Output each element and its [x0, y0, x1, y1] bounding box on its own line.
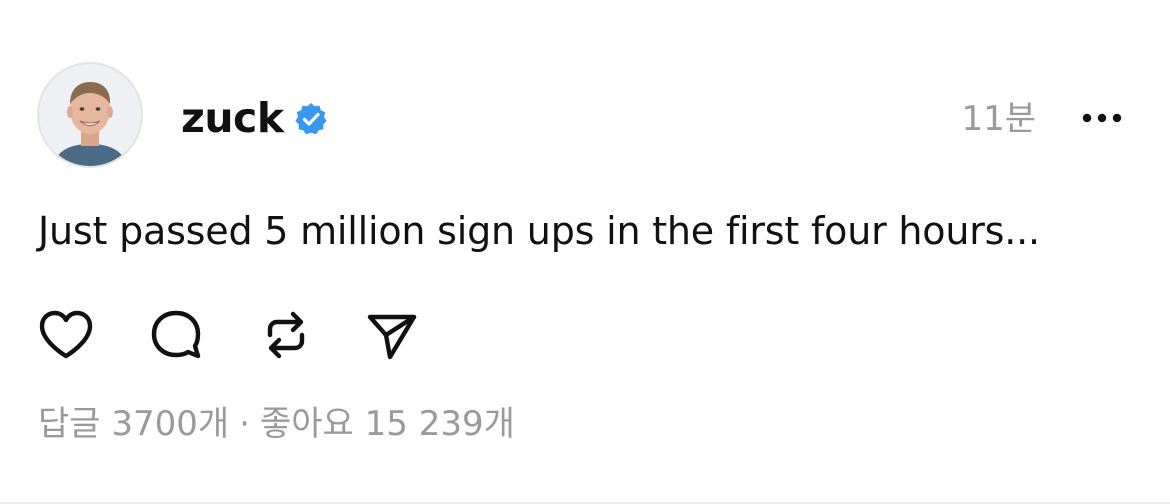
heart-icon[interactable] [36, 305, 96, 365]
post-stats: 답글 3700개 · 좋아요 15 239개 [38, 400, 515, 448]
username[interactable]: zuck [181, 92, 284, 144]
send-icon[interactable] [362, 305, 422, 365]
more-horizontal-icon[interactable] [1080, 103, 1124, 133]
verified-badge-icon [295, 103, 327, 135]
post-timestamp: 11분 [961, 99, 1036, 139]
thread-post: zuck 11분 Just passed 5 million sign ups … [0, 0, 1170, 504]
repost-icon[interactable] [256, 305, 316, 365]
replies-count[interactable]: 답글 3700개 [38, 404, 229, 444]
stats-separator: · [239, 404, 250, 444]
avatar[interactable] [37, 62, 143, 168]
likes-count[interactable]: 좋아요 15 239개 [260, 404, 515, 444]
comment-bubble-icon[interactable] [146, 305, 206, 365]
post-body-text: Just passed 5 million sign ups in the fi… [38, 209, 1040, 253]
avatar-image [39, 64, 141, 166]
